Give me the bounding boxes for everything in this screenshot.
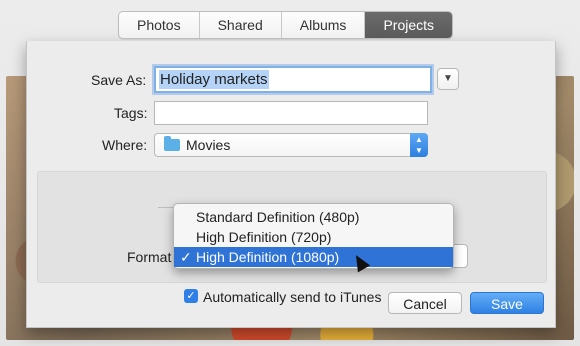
auto-send-checkbox[interactable]: ✓: [184, 289, 198, 303]
tab-albums[interactable]: Albums: [282, 12, 366, 38]
format-option-480p[interactable]: Standard Definition (480p): [174, 207, 453, 227]
cancel-button[interactable]: Cancel: [388, 292, 462, 314]
where-label: Where:: [102, 137, 148, 153]
save-as-field[interactable]: Holiday markets: [154, 66, 432, 93]
view-tabs: Photos Shared Albums Projects: [118, 11, 454, 39]
save-as-value: Holiday markets: [159, 70, 269, 89]
auto-send-label: Automatically send to iTunes: [203, 289, 382, 305]
expand-dialog-button[interactable]: ▼: [437, 68, 459, 90]
format-menu: Standard Definition (480p) High Definiti…: [173, 203, 454, 269]
tab-photos[interactable]: Photos: [119, 12, 200, 38]
format-option-1080p[interactable]: ✓ High Definition (1080p): [174, 247, 453, 267]
where-popup[interactable]: Movies ▲ ▼: [154, 133, 428, 157]
checkmark-icon: ✓: [180, 249, 192, 265]
tab-projects[interactable]: Projects: [365, 12, 453, 38]
app-window: Photos Shared Albums Projects Save As: H…: [0, 0, 580, 346]
save-as-label: Save As:: [91, 72, 147, 88]
chevron-down-icon: ▼: [443, 73, 453, 84]
tags-label: Tags:: [114, 105, 148, 121]
format-option-1080p-label: High Definition (1080p): [196, 249, 340, 265]
where-value: Movies: [186, 137, 231, 153]
format-option-720p[interactable]: High Definition (720p): [174, 227, 453, 247]
save-button[interactable]: Save: [470, 292, 544, 314]
format-label: Format: [127, 249, 172, 265]
tab-shared[interactable]: Shared: [200, 12, 282, 38]
export-sheet: Save As: Holiday markets ▼ Tags: Where: …: [26, 41, 556, 328]
tags-field[interactable]: [154, 101, 428, 125]
folder-icon: [164, 136, 180, 151]
popup-arrows-icon: ▲ ▼: [410, 133, 428, 157]
